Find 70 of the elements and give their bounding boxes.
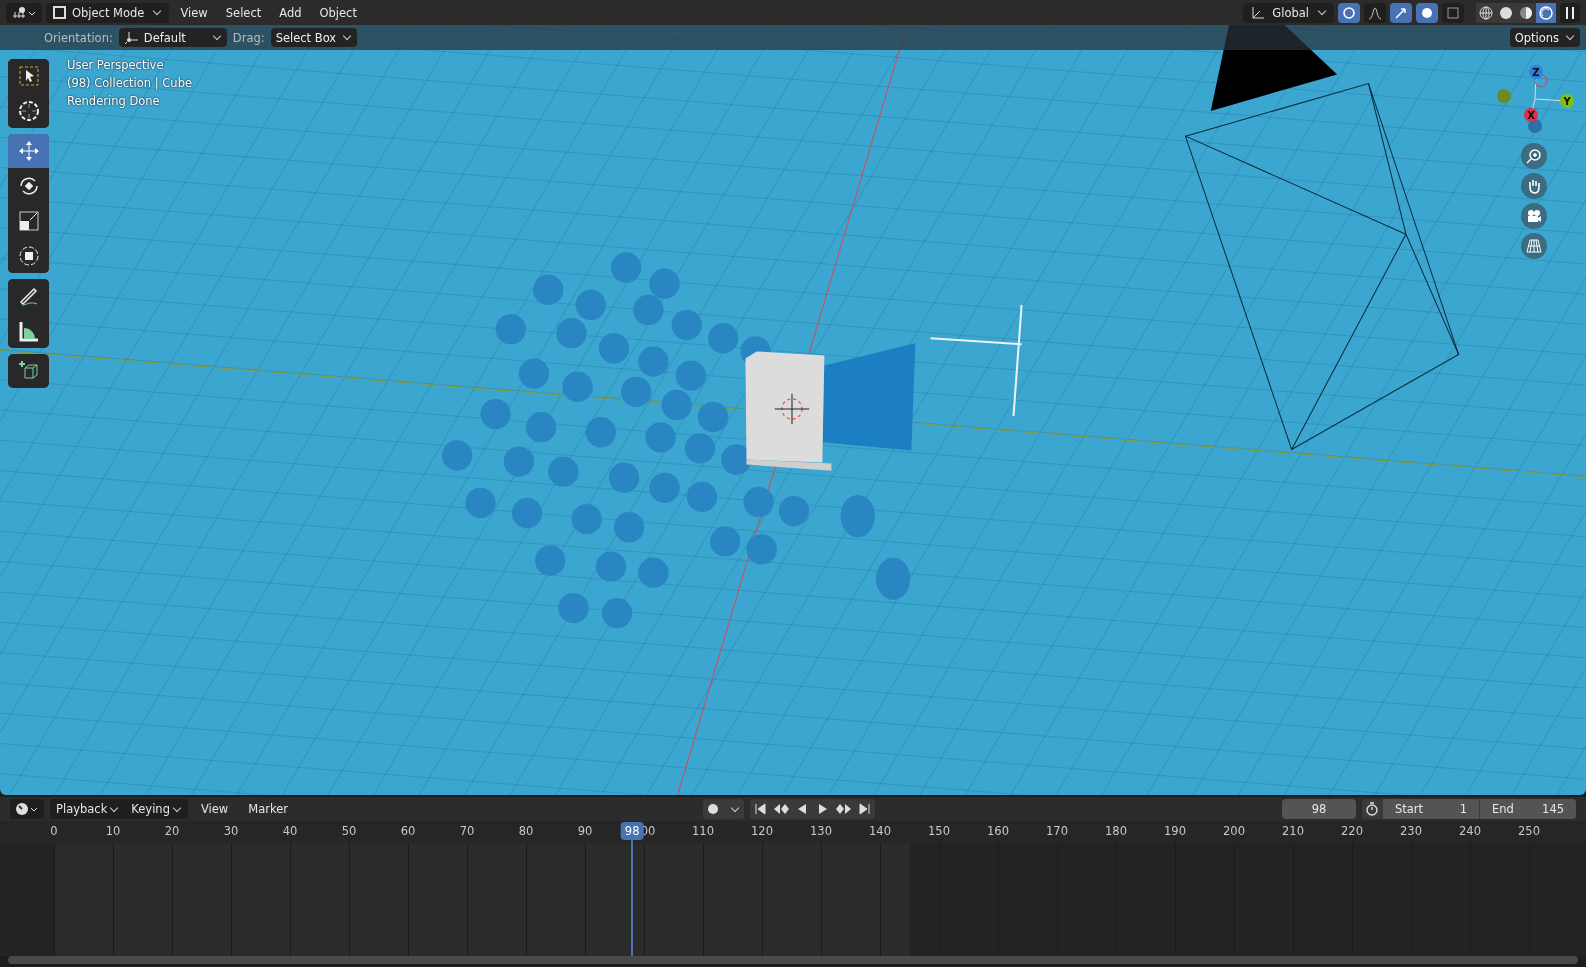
menu-item[interactable]: Add [272, 2, 309, 23]
proportional-toggle-icon[interactable] [1364, 2, 1386, 23]
frame-number: 40 [282, 824, 298, 838]
wireframe-shading-icon[interactable] [1476, 2, 1496, 23]
viewport-editor-icon [11, 5, 37, 20]
menu-item[interactable]: Select [218, 2, 269, 23]
frame-number: 180 [1105, 824, 1127, 838]
frame-number: 70 [459, 824, 475, 838]
orientation-label: Orientation: [44, 30, 113, 45]
frame-number: 20 [164, 824, 180, 838]
frame-number: 130 [810, 824, 832, 838]
gizmo-toggle-icon[interactable] [1390, 2, 1412, 23]
frame-number: 0 [50, 824, 58, 838]
viewport-info-text: (98) Collection | Cube [67, 76, 193, 90]
frame-number: 60 [400, 824, 416, 838]
menu-item[interactable]: Object [312, 2, 364, 23]
frame-number: 160 [987, 824, 1009, 838]
material-shading-icon[interactable] [1516, 2, 1536, 23]
frame-number: 50 [341, 824, 357, 838]
frame-number: 190 [1164, 824, 1186, 838]
playhead-frame[interactable]: 98 [620, 822, 644, 840]
drag-label: Drag: [232, 30, 265, 45]
frame-number: 90 [577, 824, 593, 838]
axes-icon [1250, 5, 1267, 20]
horizontal-scrollbar[interactable] [8, 956, 1578, 964]
timeline-dropdown[interactable]: Keying [125, 799, 188, 819]
frame-number: 250 [1518, 824, 1540, 838]
start-frame-field[interactable]: Start 1 [1383, 799, 1479, 819]
pause-icon[interactable] [1560, 2, 1580, 23]
3d-cursor-icon [774, 393, 810, 425]
mode-dropdown[interactable]: Object Mode [46, 2, 170, 23]
menu-item[interactable]: View [173, 2, 215, 23]
orientation-dropdown[interactable]: Global [1243, 2, 1334, 23]
frame-number: 240 [1459, 824, 1481, 838]
frame-number: 30 [223, 824, 239, 838]
drag-dropdown[interactable]: Select Box [270, 28, 358, 47]
zoom-icon[interactable] [1521, 143, 1547, 169]
current-frame-field[interactable]: 98 [1282, 799, 1356, 819]
overlay-toggle-icon[interactable] [1416, 2, 1438, 23]
viewport-info-text: User Perspective [67, 58, 165, 72]
grid-icon[interactable] [1521, 233, 1547, 259]
editor-type-button[interactable] [10, 799, 44, 819]
menu-item[interactable]: Marker [241, 799, 295, 819]
rendered-shading-icon[interactable] [1536, 2, 1556, 23]
frame-number: 210 [1282, 824, 1304, 838]
frame-number: 170 [1046, 824, 1068, 838]
pivot-icon [123, 30, 140, 45]
editor-type-button[interactable] [6, 2, 42, 23]
viewport-info-text: Rendering Done [67, 94, 161, 108]
menu-item[interactable]: View [193, 799, 236, 819]
timeline-dropdown[interactable]: Playback [50, 799, 126, 819]
xray-toggle-icon[interactable] [1442, 2, 1464, 23]
frame-number: 200 [1223, 824, 1245, 838]
frame-number: 220 [1341, 824, 1363, 838]
end-frame-field[interactable]: End 145 [1480, 799, 1576, 819]
orientation-dropdown[interactable]: Default [118, 28, 227, 47]
clock-icon [15, 802, 39, 816]
camera-icon[interactable] [1521, 203, 1547, 229]
options-dropdown[interactable]: Options [1509, 28, 1580, 47]
axis-gizmo-drawing[interactable]: Z Y X [1497, 65, 1574, 133]
frame-number: 150 [928, 824, 950, 838]
frame-number: 10 [105, 824, 121, 838]
frame-number: 120 [751, 824, 773, 838]
frame-number: 110 [692, 824, 714, 838]
snap-toggle-icon[interactable] [1338, 2, 1360, 23]
hand-icon[interactable] [1521, 173, 1547, 199]
frame-number: 80 [518, 824, 534, 838]
frame-number: 230 [1400, 824, 1422, 838]
move-tool-icon[interactable] [8, 134, 49, 168]
frame-number: 140 [869, 824, 891, 838]
